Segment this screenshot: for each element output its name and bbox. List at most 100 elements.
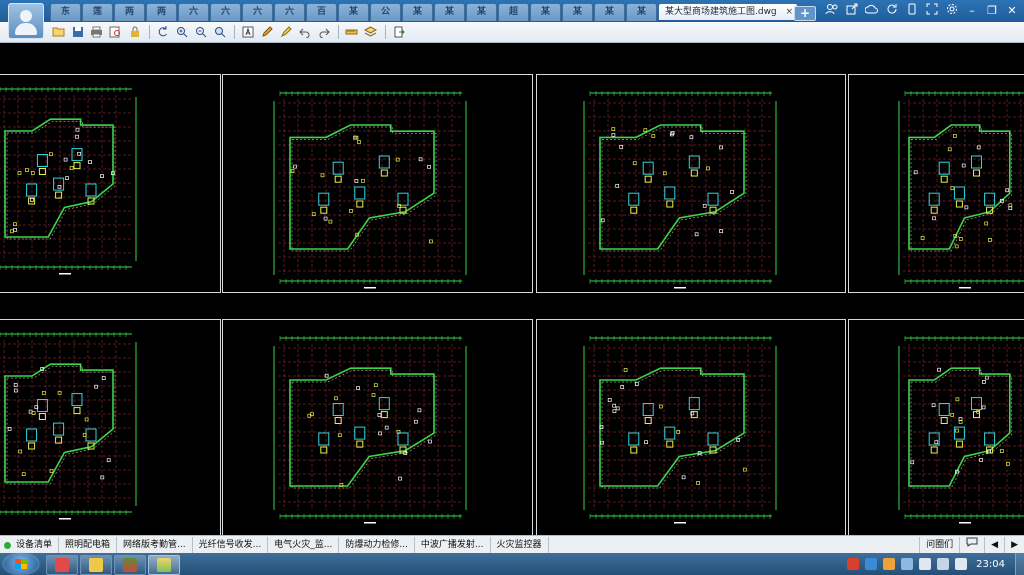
battery-icon[interactable]	[937, 558, 950, 570]
chat-icon[interactable]	[959, 537, 984, 553]
close-window-button[interactable]: ✕	[1004, 3, 1020, 19]
active-document-tab[interactable]: 某大型商场建筑施工图.dwg ×	[658, 3, 798, 20]
os-taskbar: 23:04	[0, 553, 1024, 575]
taskbar-app-explorer[interactable]	[80, 555, 112, 575]
scroll-right-button[interactable]: ▶	[1004, 537, 1024, 553]
floor-plan-drawing	[898, 336, 1024, 524]
system-tray: 23:04	[844, 553, 1024, 575]
redo-icon[interactable]	[315, 24, 332, 41]
document-tab[interactable]: 两	[114, 3, 145, 21]
fullscreen-icon[interactable]	[924, 3, 940, 19]
active-tab-label: 某大型商场建筑施工图.dwg	[665, 7, 777, 17]
layout-tab[interactable]: 光纤信号收发...	[193, 537, 269, 553]
document-tab[interactable]: 某	[626, 3, 657, 21]
toolbar-separator	[234, 25, 235, 39]
layout-tab[interactable]: 火灾监控器	[491, 537, 549, 553]
close-icon[interactable]: ×	[785, 4, 793, 20]
lock-icon[interactable]	[126, 24, 143, 41]
undo-icon[interactable]	[296, 24, 313, 41]
text-icon[interactable]	[239, 24, 256, 41]
windows-logo-icon	[15, 564, 27, 569]
avatar-body	[15, 23, 37, 35]
new-tab-button[interactable]: +	[794, 6, 816, 21]
folder-icon	[89, 558, 103, 572]
document-tab[interactable]: 六	[210, 3, 241, 21]
ask-button[interactable]: 问圈们	[919, 537, 959, 553]
export-icon[interactable]	[390, 24, 407, 41]
flag-icon[interactable]	[919, 558, 932, 570]
save-icon[interactable]	[69, 24, 86, 41]
layout-tab[interactable]: 电气火灾_监...	[268, 537, 340, 553]
document-tab[interactable]: 某	[434, 3, 465, 21]
highlighter-icon[interactable]	[277, 24, 294, 41]
document-tab[interactable]: 某	[466, 3, 497, 21]
share-icon[interactable]	[844, 3, 860, 19]
floor-plan-drawing	[0, 332, 137, 520]
document-tabs: 东 莲 两 两 六 六 六 六 百 某 公 某 某 某 超 某 某 某 某 某大…	[50, 3, 799, 22]
taskbar-app-media-player[interactable]	[46, 555, 78, 575]
taskbar-app-library[interactable]	[114, 555, 146, 575]
tray-app-icon[interactable]	[865, 558, 878, 570]
document-tab[interactable]: 某	[338, 3, 369, 21]
window-controls: – ❐ ✕	[824, 2, 1020, 20]
layout-tab[interactable]: 网络版考勤管...	[117, 537, 193, 553]
layout-tab-label: 设备清单	[16, 540, 53, 550]
show-desktop-button[interactable]	[1015, 553, 1024, 575]
document-tab[interactable]: 东	[50, 3, 81, 21]
mobile-icon[interactable]	[904, 3, 920, 19]
document-tab[interactable]: 莲	[82, 3, 113, 21]
measure-icon[interactable]	[343, 24, 360, 41]
floor-plan-drawing	[898, 91, 1024, 289]
cloud-icon[interactable]	[864, 3, 880, 19]
floor-plan-drawing	[273, 336, 467, 524]
drawing-canvas[interactable]	[0, 43, 1024, 535]
layout-tab[interactable]: 防爆动力检修...	[339, 537, 415, 553]
taskbar-app-paint[interactable]	[148, 555, 180, 575]
floor-plan-drawing	[0, 87, 137, 275]
document-tab[interactable]: 某	[594, 3, 625, 21]
document-tab[interactable]: 六	[178, 3, 209, 21]
print-icon[interactable]	[88, 24, 105, 41]
minimize-button[interactable]: –	[964, 3, 980, 19]
users-icon[interactable]	[824, 3, 840, 19]
floor-plan-drawing	[273, 91, 467, 289]
layout-tabs: 设备清单 照明配电箱 网络版考勤管... 光纤信号收发... 电气火灾_监...…	[0, 537, 549, 553]
document-tab[interactable]: 某	[530, 3, 561, 21]
pencil-icon[interactable]	[258, 24, 275, 41]
scroll-left-button[interactable]: ◀	[984, 537, 1004, 553]
media-player-icon	[55, 558, 69, 572]
layout-tab[interactable]: 中波广播发射...	[415, 537, 491, 553]
volume-icon[interactable]	[955, 558, 968, 570]
rotate-icon[interactable]	[154, 24, 171, 41]
layout-tab-bar: 设备清单 照明配电箱 网络版考勤管... 光纤信号收发... 电气火灾_监...…	[0, 535, 1024, 554]
zoom-in-icon[interactable]	[173, 24, 190, 41]
status-dot	[4, 542, 11, 549]
document-tab[interactable]: 六	[242, 3, 273, 21]
document-tab[interactable]: 某	[402, 3, 433, 21]
tab-bar: 东 莲 两 两 六 六 六 六 百 某 公 某 某 某 超 某 某 某 某 某大…	[0, 0, 1024, 39]
sogou-input-icon[interactable]	[847, 558, 860, 570]
document-tab[interactable]: 超	[498, 3, 529, 21]
refresh-icon[interactable]	[884, 3, 900, 19]
start-button[interactable]	[4, 554, 38, 574]
layout-tab[interactable]: 照明配电箱	[59, 537, 118, 553]
open-icon[interactable]	[50, 24, 67, 41]
clock[interactable]: 23:04	[976, 559, 1005, 570]
document-tab[interactable]: 两	[146, 3, 177, 21]
layers-icon[interactable]	[362, 24, 379, 41]
zoom-out-icon[interactable]	[192, 24, 209, 41]
user-avatar[interactable]	[8, 3, 44, 39]
settings-gear-icon[interactable]	[944, 3, 960, 19]
network-icon[interactable]	[901, 558, 914, 570]
restore-button[interactable]: ❐	[984, 3, 1000, 19]
document-tab[interactable]: 公	[370, 3, 401, 21]
zoom-extents-icon[interactable]	[211, 24, 228, 41]
toolbar-separator	[385, 25, 386, 39]
document-tab[interactable]: 某	[562, 3, 593, 21]
print-preview-icon[interactable]	[107, 24, 124, 41]
toolbar-separator	[338, 25, 339, 39]
document-tab[interactable]: 六	[274, 3, 305, 21]
tray-app-icon[interactable]	[883, 558, 896, 570]
layout-tab[interactable]: 设备清单	[0, 537, 60, 553]
document-tab[interactable]: 百	[306, 3, 337, 21]
